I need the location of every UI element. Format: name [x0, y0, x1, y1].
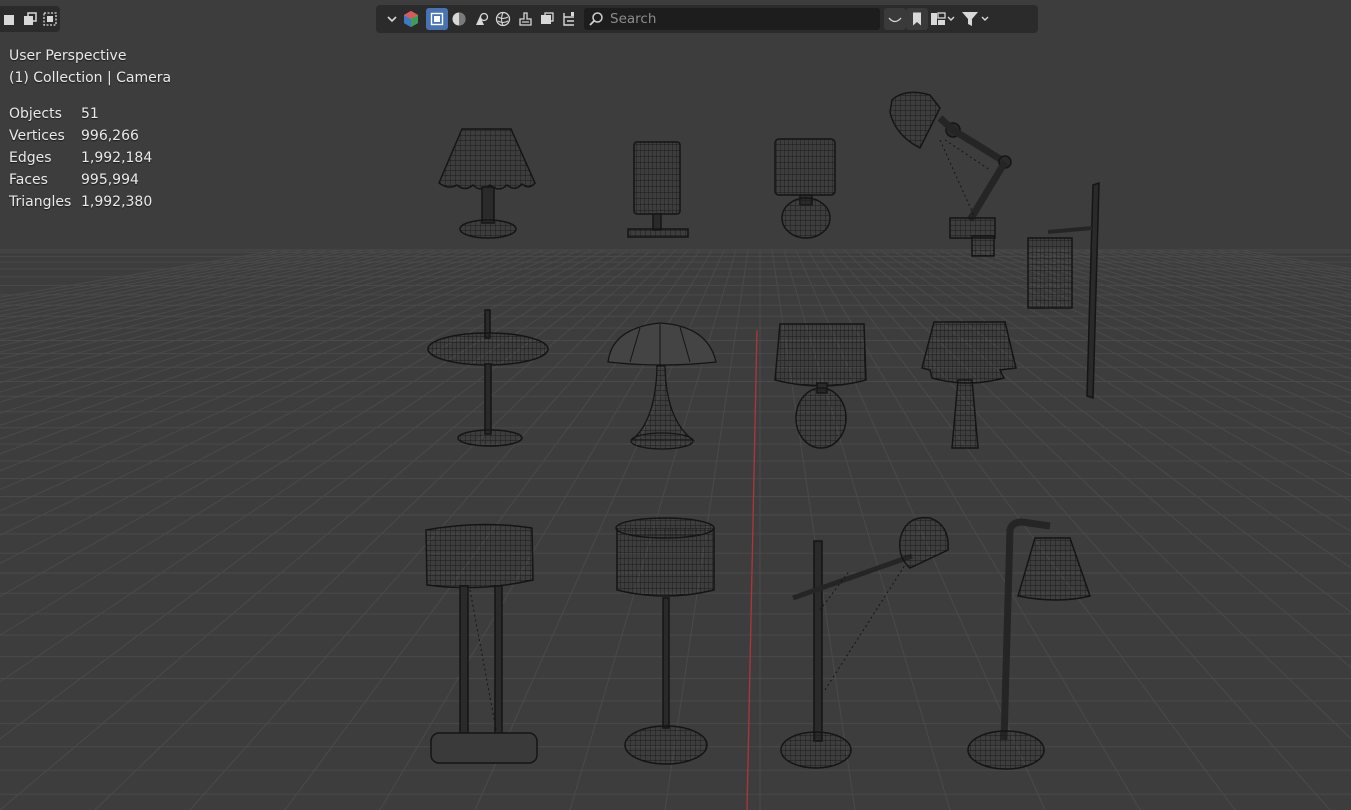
object-gizmo-icon[interactable]: [514, 8, 536, 30]
viewport-header-toolbar: [376, 5, 1038, 33]
view-name-label: User Perspective: [9, 48, 127, 64]
stat-value: 1,992,184: [81, 150, 153, 166]
chevron-down-icon[interactable]: [384, 8, 400, 30]
search-input[interactable]: [604, 11, 860, 27]
stat-row-vertices: Vertices 996,266: [9, 125, 171, 147]
viewport-info-overlay: User Perspective (1) Collection | Camera…: [9, 45, 171, 213]
xray-toggle-icon[interactable]: [426, 8, 448, 30]
layout-options-icon[interactable]: [928, 8, 958, 30]
stat-value: 1,992,380: [81, 194, 153, 210]
search-field[interactable]: [584, 8, 880, 30]
selection-mode-group: [0, 6, 60, 32]
stat-value: 995,994: [81, 172, 139, 188]
collection-camera-label: (1) Collection | Camera: [9, 70, 172, 86]
table-lamp-drum-ball[interactable]: [774, 138, 836, 239]
material-preview-icon[interactable]: [470, 8, 492, 30]
scene-statistics: Objects 51 Vertices 996,266 Edges 1,992,184…: [9, 103, 171, 213]
select-new-icon[interactable]: [0, 8, 20, 30]
stat-label: Faces: [9, 172, 48, 188]
filter-icon[interactable]: [958, 8, 992, 30]
select-extend-icon[interactable]: [20, 8, 40, 30]
overlay-toggle-icon[interactable]: [536, 8, 558, 30]
stat-value: 51: [81, 106, 99, 122]
stat-label: Edges: [9, 150, 52, 166]
3d-viewport[interactable]: [0, 0, 1351, 810]
stat-label: Vertices: [9, 128, 65, 144]
stat-row-triangles: Triangles 1,992,380: [9, 191, 171, 213]
stat-row-objects: Objects 51: [9, 103, 171, 125]
bookmark-icon[interactable]: [906, 8, 928, 30]
search-icon: [589, 12, 603, 26]
object-types-visibility-icon[interactable]: [400, 8, 422, 30]
stat-row-edges: Edges 1,992,184: [9, 147, 171, 169]
curve-icon[interactable]: [884, 8, 906, 30]
select-subtract-icon[interactable]: [40, 8, 60, 30]
stat-row-faces: Faces 995,994: [9, 169, 171, 191]
stat-label: Objects: [9, 106, 62, 122]
solid-shading-icon[interactable]: [448, 8, 470, 30]
stat-label: Triangles: [9, 194, 72, 210]
render-preview-icon[interactable]: [492, 8, 514, 30]
shading-options-icon[interactable]: [558, 8, 580, 30]
stat-value: 996,266: [81, 128, 139, 144]
